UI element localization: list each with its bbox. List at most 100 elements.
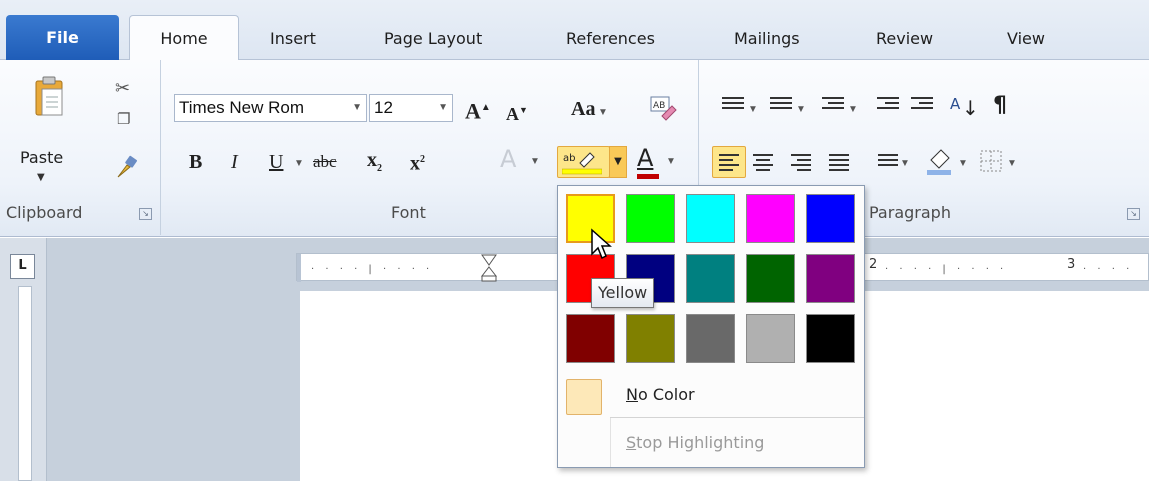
justify-icon[interactable] (829, 151, 849, 174)
cut-icon[interactable]: ✂ (115, 78, 130, 99)
grow-font-label: A (465, 98, 481, 124)
paste-icon[interactable] (34, 75, 64, 135)
clipboard-group-label: Clipboard (6, 203, 83, 222)
italic-button[interactable]: I (231, 150, 238, 174)
tab-mailings[interactable]: Mailings (734, 20, 800, 60)
line-spacing-icon[interactable] (878, 151, 898, 169)
align-left-button[interactable] (712, 146, 746, 178)
chevron-down-icon[interactable]: ▼ (438, 95, 448, 121)
shrink-font-button[interactable]: A▼ (506, 98, 528, 126)
shading-icon[interactable] (925, 146, 955, 178)
ruler-ticks: · · · · (1083, 264, 1134, 275)
swatch-dark-yellow[interactable] (626, 314, 675, 363)
bullets-icon[interactable] (722, 94, 744, 112)
paste-button[interactable]: Paste (20, 148, 63, 167)
paste-dropdown-arrow-icon[interactable]: ▼ (37, 172, 45, 183)
strikethrough-button[interactable]: abc (313, 150, 337, 174)
change-case-button[interactable]: Aa ▼ (571, 97, 608, 125)
group-divider (160, 60, 161, 235)
shading-dropdown-arrow-icon[interactable]: ▼ (958, 150, 968, 176)
text-effects-dropdown-arrow-icon[interactable]: ▼ (530, 148, 540, 174)
ruler-ticks: · · · · | · · · · (311, 264, 434, 275)
tab-file[interactable]: File (6, 15, 119, 60)
sort-icon[interactable]: A (950, 92, 960, 116)
stop-highlighting-menu-item[interactable]: Stop Highlighting (558, 422, 864, 464)
tab-view[interactable]: View (1007, 20, 1045, 60)
font-name-combobox[interactable]: Times New Rom ▼ (174, 94, 367, 122)
align-center-icon[interactable] (753, 151, 773, 174)
vertical-ruler-panel: L (0, 238, 47, 481)
mouse-pointer-icon (591, 228, 612, 260)
tab-page-layout[interactable]: Page Layout (384, 20, 482, 60)
swatch-bright-green[interactable] (626, 194, 675, 243)
font-size-combobox[interactable]: 12 ▼ (369, 94, 453, 122)
font-color-dropdown-arrow-icon[interactable]: ▼ (666, 148, 676, 174)
format-painter-icon[interactable] (115, 155, 139, 179)
underline-button[interactable]: U (269, 150, 283, 174)
grow-font-button[interactable]: A▲ (465, 96, 491, 123)
shrink-font-label: A (506, 104, 519, 124)
copy-icon[interactable]: ❐ (117, 110, 130, 128)
decrease-indent-icon[interactable] (877, 94, 899, 112)
color-tooltip: Yellow (591, 278, 655, 308)
borders-icon[interactable] (980, 150, 1002, 172)
ruler-mark-2: 2 (869, 257, 878, 272)
indent-marker-icon[interactable] (481, 254, 497, 282)
text-effects-icon[interactable]: A (500, 147, 516, 171)
swatch-black[interactable] (806, 314, 855, 363)
ruler-ticks: · · · · | · · · · (885, 264, 1008, 275)
text-highlight-dropdown-arrow-icon[interactable]: ▼ (609, 146, 627, 178)
no-color-icon (566, 379, 602, 415)
multilevel-list-icon[interactable] (822, 94, 844, 112)
paragraph-launcher-icon[interactable]: ↘ (1127, 208, 1140, 220)
multilevel-list-dropdown-arrow-icon[interactable]: ▼ (848, 96, 858, 122)
font-group-label: Font (391, 203, 426, 222)
vertical-ruler (18, 286, 32, 481)
sort-arrow-icon[interactable]: ↓ (962, 96, 979, 120)
borders-dropdown-arrow-icon[interactable]: ▼ (1007, 150, 1017, 176)
increase-indent-icon[interactable] (911, 94, 933, 112)
tab-home[interactable]: Home (129, 15, 239, 61)
bold-button[interactable]: B (189, 150, 202, 174)
tab-references[interactable]: References (566, 20, 655, 60)
superscript-mark: 2 (420, 154, 425, 165)
swatch-blue[interactable] (806, 194, 855, 243)
menu-separator (610, 417, 864, 418)
swatch-violet[interactable] (806, 254, 855, 303)
line-spacing-dropdown-arrow-icon[interactable]: ▼ (900, 150, 910, 176)
swatch-turquoise[interactable] (686, 194, 735, 243)
underline-dropdown-arrow-icon[interactable]: ▼ (294, 150, 304, 176)
subscript-button[interactable]: x2 (367, 148, 382, 181)
stop-highlighting-label: Stop Highlighting (626, 433, 765, 452)
font-name-value: Times New Rom (179, 98, 304, 117)
show-formatting-marks-icon[interactable]: ¶ (993, 94, 1007, 118)
font-color-bar (637, 174, 659, 179)
swatch-dark-red[interactable] (566, 314, 615, 363)
text-highlight-color-button[interactable]: ab (557, 146, 610, 178)
svg-text:ab: ab (563, 153, 575, 164)
numbering-icon[interactable] (770, 94, 792, 112)
no-color-label: No Color (626, 385, 695, 404)
swatch-teal[interactable] (686, 254, 735, 303)
tab-insert[interactable]: Insert (270, 20, 316, 60)
superscript-button[interactable]: x2 (410, 148, 425, 176)
swatch-gray-50-[interactable] (686, 314, 735, 363)
align-right-icon[interactable] (791, 151, 811, 174)
ruler-margin (297, 254, 301, 282)
no-color-menu-item[interactable]: No Color (558, 374, 864, 416)
clear-formatting-icon[interactable]: AB (648, 94, 678, 124)
bullets-dropdown-arrow-icon[interactable]: ▼ (748, 96, 758, 122)
chevron-down-icon[interactable]: ▼ (352, 95, 362, 121)
swatch-pink[interactable] (746, 194, 795, 243)
font-color-button[interactable]: A (637, 146, 653, 170)
tab-review[interactable]: Review (876, 20, 933, 60)
swatch-gray-25-[interactable] (746, 314, 795, 363)
clipboard-launcher-icon[interactable]: ↘ (139, 208, 152, 220)
swatch-green[interactable] (746, 254, 795, 303)
numbering-dropdown-arrow-icon[interactable]: ▼ (796, 96, 806, 122)
ruler-mark-3: 3 (1067, 257, 1076, 272)
paragraph-group-label: Paragraph (869, 203, 951, 222)
tab-selector-button[interactable]: L (10, 254, 35, 279)
subscript-mark: 2 (377, 163, 382, 174)
highlighter-pen-icon: ab (562, 152, 602, 175)
